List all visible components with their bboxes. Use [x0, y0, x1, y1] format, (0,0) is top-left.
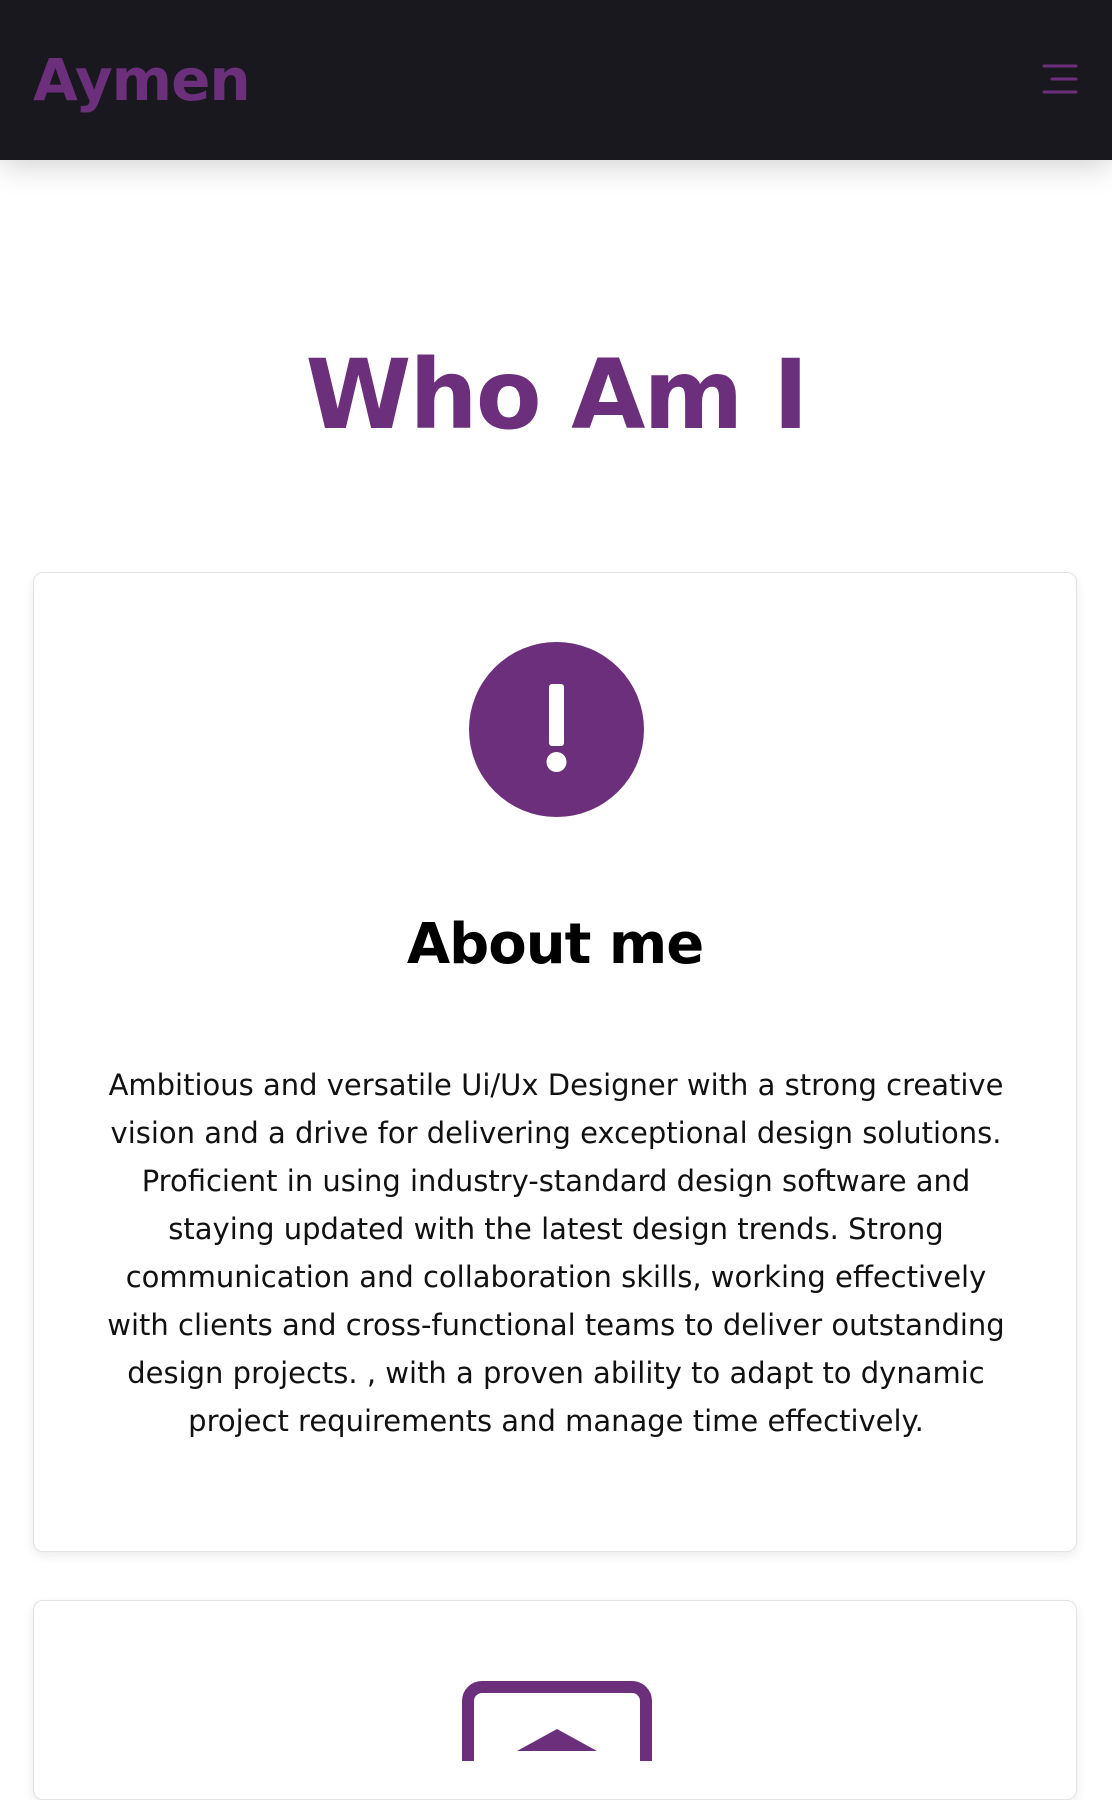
contact-card — [33, 1600, 1077, 1800]
exclamation-circle-icon — [469, 642, 644, 817]
about-text: Ambitious and versatile Ui/Ux Designer w… — [107, 1068, 1005, 1438]
navbar: Aymen — [0, 0, 1112, 160]
about-card: About me Ambitious and versatile Ui/Ux D… — [33, 572, 1077, 1552]
envelope-icon — [462, 1681, 652, 1761]
card-heading: About me — [406, 912, 704, 977]
hamburger-menu-icon — [1042, 64, 1078, 94]
menu-button[interactable] — [1036, 60, 1084, 104]
section-title: Who Am I — [305, 339, 808, 451]
brand-logo[interactable]: Aymen — [33, 44, 251, 116]
